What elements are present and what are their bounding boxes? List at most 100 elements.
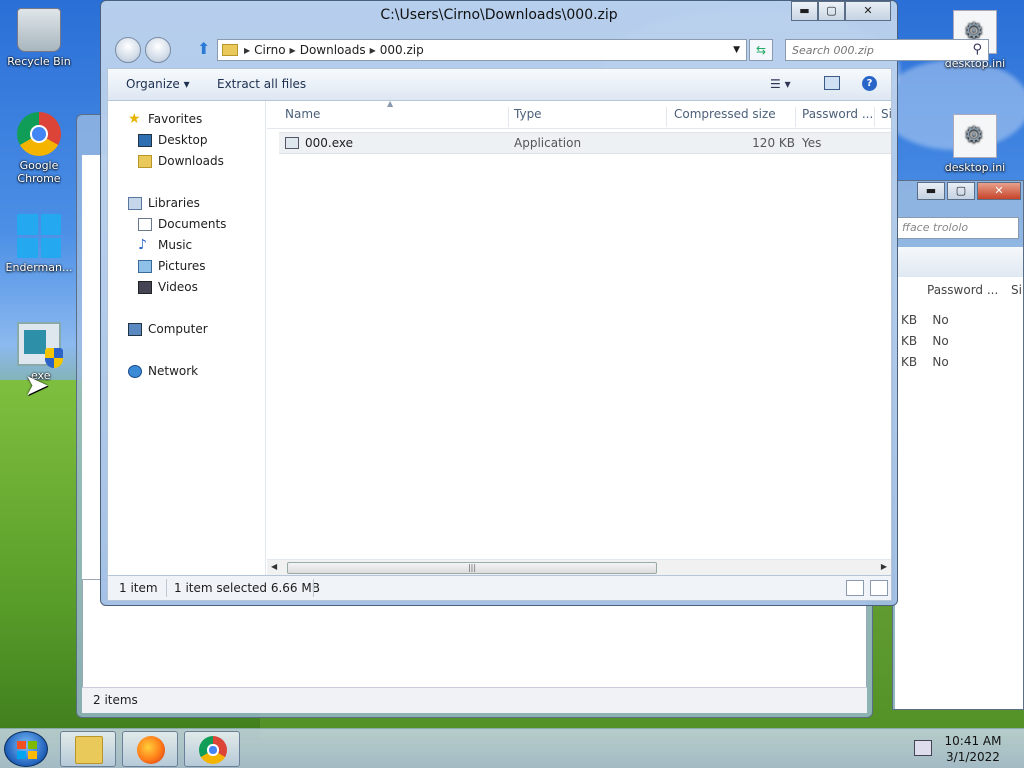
document-icon [138,217,152,231]
desktop-icon-enderman[interactable]: Enderman... [2,214,76,274]
desktop-icon-recycle-bin[interactable]: Recycle Bin [2,8,76,68]
taskbar-firefox-button[interactable] [122,731,178,767]
forward-button[interactable] [145,37,171,63]
nav-item-libraries[interactable]: Libraries [128,196,200,210]
background-item-count: 2 items [93,693,138,707]
libraries-icon [128,196,142,210]
search-icon[interactable]: ⚲ [972,42,982,57]
column-headers: Name ▲ Type Compressed size Password ...… [267,99,891,129]
windows-logo-icon [17,214,61,258]
close-button[interactable]: ✕ [845,1,891,21]
large-icons-view-icon[interactable] [870,580,888,596]
chevron-down-icon[interactable]: ▼ [733,45,740,55]
nav-item-pictures[interactable]: Pictures [138,259,206,273]
column-size[interactable]: Si [881,107,891,127]
firefox-icon [137,736,165,764]
view-options-icon[interactable]: ☰ ▾ [770,77,791,91]
desktop-icon-chrome[interactable]: Google Chrome [2,112,76,185]
windows-flag-icon [17,741,37,759]
minimize-button[interactable]: ▬ [791,1,818,21]
explorer-window: C:\Users\Cirno\Downloads\000.zip ▬ ▢ ✕ ⬆… [100,0,989,606]
desktop-icon-desktop-ini-2[interactable]: desktop.ini [938,114,1012,174]
taskbar-explorer-button[interactable] [60,731,116,767]
chevron-right-icon[interactable]: ▶ [370,46,376,55]
folder-icon [75,736,103,764]
star-icon: ★ [128,110,141,127]
maximize-button[interactable]: ▢ [947,182,975,200]
nav-item-network[interactable]: Network [128,364,198,378]
nav-item-computer[interactable]: Computer [128,322,208,336]
folder-icon [222,44,238,56]
nav-item-favorites[interactable]: ★ Favorites [128,110,202,127]
start-button[interactable] [4,731,48,767]
command-bar: Organize ▾ Extract all files ☰ ▾ ? [107,68,892,100]
action-center-icon[interactable] [914,740,932,756]
list-item[interactable]: KB No [901,313,949,327]
settings-file-icon [953,114,997,158]
clock-date: 3/1/2022 [946,750,1000,764]
maximize-button[interactable]: ▢ [818,1,845,21]
close-button[interactable]: ✕ [977,182,1021,200]
scrollbar-thumb[interactable]: ||| [287,562,657,574]
nav-item-desktop[interactable]: Desktop [138,133,208,147]
column-password[interactable]: Password ... [927,283,998,297]
file-password: Yes [802,136,822,150]
list-item[interactable]: KB No [901,334,949,348]
search-box[interactable]: ⚲ [785,39,989,61]
horizontal-scrollbar[interactable]: ◀ ||| ▶ [267,559,891,575]
network-icon [128,364,142,378]
background-search-input[interactable]: fface trololo [895,217,1019,239]
up-arrow-icon[interactable]: ⬆ [197,39,210,58]
desktop-icon-label: Enderman... [5,261,73,274]
file-name: 000.exe [305,136,354,150]
back-button[interactable] [115,37,141,63]
clock[interactable]: 10:41 AM 3/1/2022 [940,733,1006,765]
exe-shield-icon [17,322,63,368]
scroll-left-icon[interactable]: ◀ [271,562,277,571]
sort-ascending-icon: ▲ [387,99,394,108]
desktop-icon-label: Recycle Bin [7,55,71,68]
table-row[interactable]: 000.exe Application 120 KB Yes [279,132,891,154]
nav-item-videos[interactable]: Videos [138,280,198,294]
refresh-button[interactable]: ⇆ [749,39,773,61]
column-name[interactable]: Name [285,107,509,127]
column-type[interactable]: Type [514,107,667,127]
chevron-right-icon[interactable]: ▶ [244,46,250,55]
navigation-pane: ★ Favorites Desktop Downloads Libraries … [108,101,266,575]
scroll-right-icon[interactable]: ▶ [881,562,887,571]
taskbar-chrome-button[interactable] [184,731,240,767]
help-icon[interactable]: ? [862,76,877,91]
file-type: Application [514,136,582,150]
status-bar: 1 item 1 item selected 6.66 MB [107,576,892,601]
extract-all-button[interactable]: Extract all files [217,77,306,91]
preview-pane-icon[interactable] [824,76,840,90]
column-password[interactable]: Password ... [802,107,875,127]
breadcrumb-downloads[interactable]: Downloads [300,43,366,57]
nav-item-music[interactable]: ♪ Music [138,238,192,253]
film-icon [138,280,152,294]
computer-icon [128,322,142,336]
chevron-right-icon[interactable]: ▶ [290,46,296,55]
minimize-button[interactable]: ▬ [917,182,945,200]
picture-icon [138,259,152,273]
nav-item-downloads[interactable]: Downloads [138,154,224,168]
desktop-icon [138,133,152,147]
column-compressed-size[interactable]: Compressed size [674,107,796,127]
background-status-bar: 2 items [82,687,867,713]
background-toolbar [895,247,1023,277]
desktop-icon-label: Google Chrome [17,159,61,185]
details-view-icon[interactable] [846,580,864,596]
window-title: C:\Users\Cirno\Downloads\000.zip [380,7,618,23]
mouse-pointer-icon: ➤ [24,368,50,403]
nav-item-documents[interactable]: Documents [138,217,226,231]
taskbar [0,728,1024,768]
breadcrumb-000-zip[interactable]: 000.zip [380,43,424,57]
breadcrumb-cirno[interactable]: Cirno [254,43,285,57]
column-size[interactable]: Si [1011,283,1022,297]
recycle-bin-icon [17,8,61,52]
item-count: 1 item [119,581,158,595]
organize-button[interactable]: Organize ▾ [126,77,190,91]
address-bar[interactable]: ▶ Cirno ▶ Downloads ▶ 000.zip ▼ [217,39,747,61]
list-item[interactable]: KB No [901,355,949,369]
search-input[interactable] [786,40,956,60]
